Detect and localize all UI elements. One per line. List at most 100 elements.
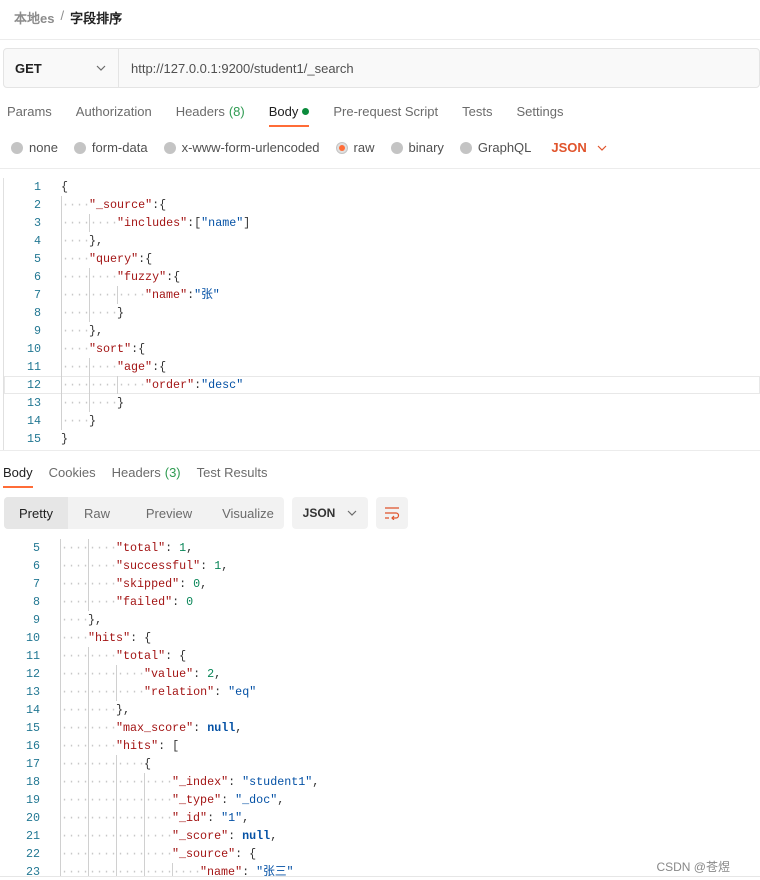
indent-guide: ····	[89, 268, 119, 286]
tab-body[interactable]: Body	[268, 104, 310, 127]
code-text: "skipped": 0,	[116, 577, 208, 591]
indent-guide: ····	[88, 683, 118, 701]
indent-guide: ····	[144, 827, 174, 845]
radio-label: GraphQL	[477, 140, 532, 155]
radio-circle-icon	[335, 141, 348, 154]
code-text: "_index": "student1",	[172, 775, 320, 789]
code-line: 12 ···· ···· ···· "order":"desc"	[4, 376, 760, 394]
tab-headers[interactable]: Headers (8)	[176, 104, 245, 125]
code-line: 8 ···· ···· "failed": 0	[0, 593, 760, 611]
line-number: 14	[25, 703, 40, 717]
chevron-down-icon	[347, 510, 357, 516]
line-number: 11	[26, 360, 41, 374]
code-text: },	[89, 234, 104, 248]
indent-guide: ····	[88, 773, 118, 791]
tab-test-results[interactable]: Test Results	[197, 465, 268, 486]
indent-guide: ····	[144, 809, 174, 827]
indent-guide: ····	[116, 863, 145, 876]
tab-authorization[interactable]: Authorization	[76, 104, 152, 125]
indent-guide: ····	[117, 376, 147, 394]
code-line: 6 ···· ···· "fuzzy":{	[4, 268, 760, 286]
code-text: "relation": "eq"	[144, 685, 257, 699]
code-text: "_source": {	[172, 847, 257, 861]
tab-cookies[interactable]: Cookies	[49, 465, 96, 486]
line-number: 23	[25, 865, 40, 876]
code-line: 10 ···· "sort":{	[4, 340, 760, 358]
code-line: 5 ···· ···· "total": 1,	[0, 539, 760, 557]
indent-guide: ····	[60, 593, 90, 611]
code-text: "_type": "_doc",	[172, 793, 285, 807]
breadcrumb-parent[interactable]: 本地es	[14, 8, 54, 27]
request-body-editor[interactable]: 1{2 ···· "_source":{3 ···· ···· "includes":["…	[3, 178, 760, 450]
radio-form-data[interactable]: form-data	[73, 140, 148, 155]
indent-guide: ····	[89, 286, 119, 304]
indent-guide: ····	[88, 557, 118, 575]
indent-guide: ····	[61, 268, 91, 286]
code-text: "failed": 0	[116, 595, 194, 609]
line-number: 22	[25, 847, 40, 861]
view-raw[interactable]: Raw	[68, 497, 126, 529]
line-number: 15	[26, 432, 41, 446]
code-line: 7 ···· ···· "skipped": 0,	[0, 575, 760, 593]
line-number: 13	[25, 685, 40, 699]
indent-guide: ····	[60, 701, 90, 719]
code-text: }	[117, 306, 125, 320]
indent-guide: ····	[88, 539, 118, 557]
tab-params[interactable]: Params	[7, 104, 52, 125]
code-text: {	[144, 757, 152, 771]
indent-guide: ····	[89, 358, 119, 376]
response-format-select[interactable]: JSON	[292, 497, 368, 529]
line-number: 13	[26, 396, 41, 410]
indent-guide: ····	[88, 701, 118, 719]
method-select[interactable]: GET	[4, 49, 119, 87]
radio-x-www-form-urlencoded[interactable]: x-www-form-urlencoded	[163, 140, 320, 155]
code-text: "includes":["name"]	[117, 216, 251, 230]
code-line: 13 ···· ····}	[4, 394, 760, 412]
code-line: 18 ···· ···· ···· ···· "_index": "student1",	[0, 773, 760, 791]
tab-body[interactable]: Body	[3, 465, 33, 488]
radio-binary[interactable]: binary	[390, 140, 444, 155]
tab-tests[interactable]: Tests	[462, 104, 492, 125]
code-text: "order":"desc"	[145, 378, 244, 392]
body-format-select[interactable]: JSON	[551, 140, 607, 155]
response-body-viewer[interactable]: 5 ···· ···· "total": 1, 6 ···· ···· "successful…	[0, 539, 760, 876]
divider	[0, 876, 760, 877]
tab-settings[interactable]: Settings	[516, 104, 563, 125]
line-number: 12	[25, 667, 40, 681]
code-text: "hits": [	[116, 739, 180, 753]
code-line: 20 ···· ···· ···· ···· "_id": "1",	[0, 809, 760, 827]
body-format-label: JSON	[551, 140, 587, 155]
indent-guide: ····	[88, 737, 118, 755]
line-number: 6	[32, 559, 40, 573]
radio-none[interactable]: none	[11, 140, 58, 155]
code-line: 9 ····},	[4, 322, 760, 340]
line-number: 9	[33, 324, 41, 338]
code-line: 2 ···· "_source":{	[4, 196, 760, 214]
radio-GraphQL[interactable]: GraphQL	[459, 140, 532, 155]
indent-guide: ····	[116, 755, 146, 773]
code-line: 15}	[4, 430, 760, 448]
code-line: 22 ···· ···· ···· ···· "_source": {	[0, 845, 760, 863]
url-input[interactable]: http://127.0.0.1:9200/student1/_search	[119, 49, 354, 87]
line-number: 7	[32, 577, 40, 591]
line-number: 10	[25, 631, 40, 645]
indent-guide: ····	[61, 286, 91, 304]
indent-guide: ····	[144, 773, 174, 791]
indent-guide: ····	[116, 791, 146, 809]
wrap-lines-button[interactable]	[376, 497, 408, 529]
divider	[0, 39, 760, 40]
indent-guide: ····	[61, 376, 91, 394]
code-line: 15 ···· ···· "max_score": null,	[0, 719, 760, 737]
indent-guide: ····	[144, 791, 174, 809]
breadcrumb-current: 字段排序	[70, 11, 123, 26]
indent-guide: ····	[88, 575, 118, 593]
tab-headers[interactable]: Headers (3)	[112, 465, 181, 486]
radio-raw[interactable]: raw	[335, 140, 375, 155]
view-visualize[interactable]: Visualize	[212, 497, 284, 529]
radio-label: none	[29, 140, 58, 155]
code-text: {	[61, 180, 69, 194]
view-pretty[interactable]: Pretty	[4, 497, 68, 529]
view-preview[interactable]: Preview	[126, 497, 212, 529]
tab-pre-request-script[interactable]: Pre-request Script	[333, 104, 438, 125]
radio-label: form-data	[91, 140, 148, 155]
